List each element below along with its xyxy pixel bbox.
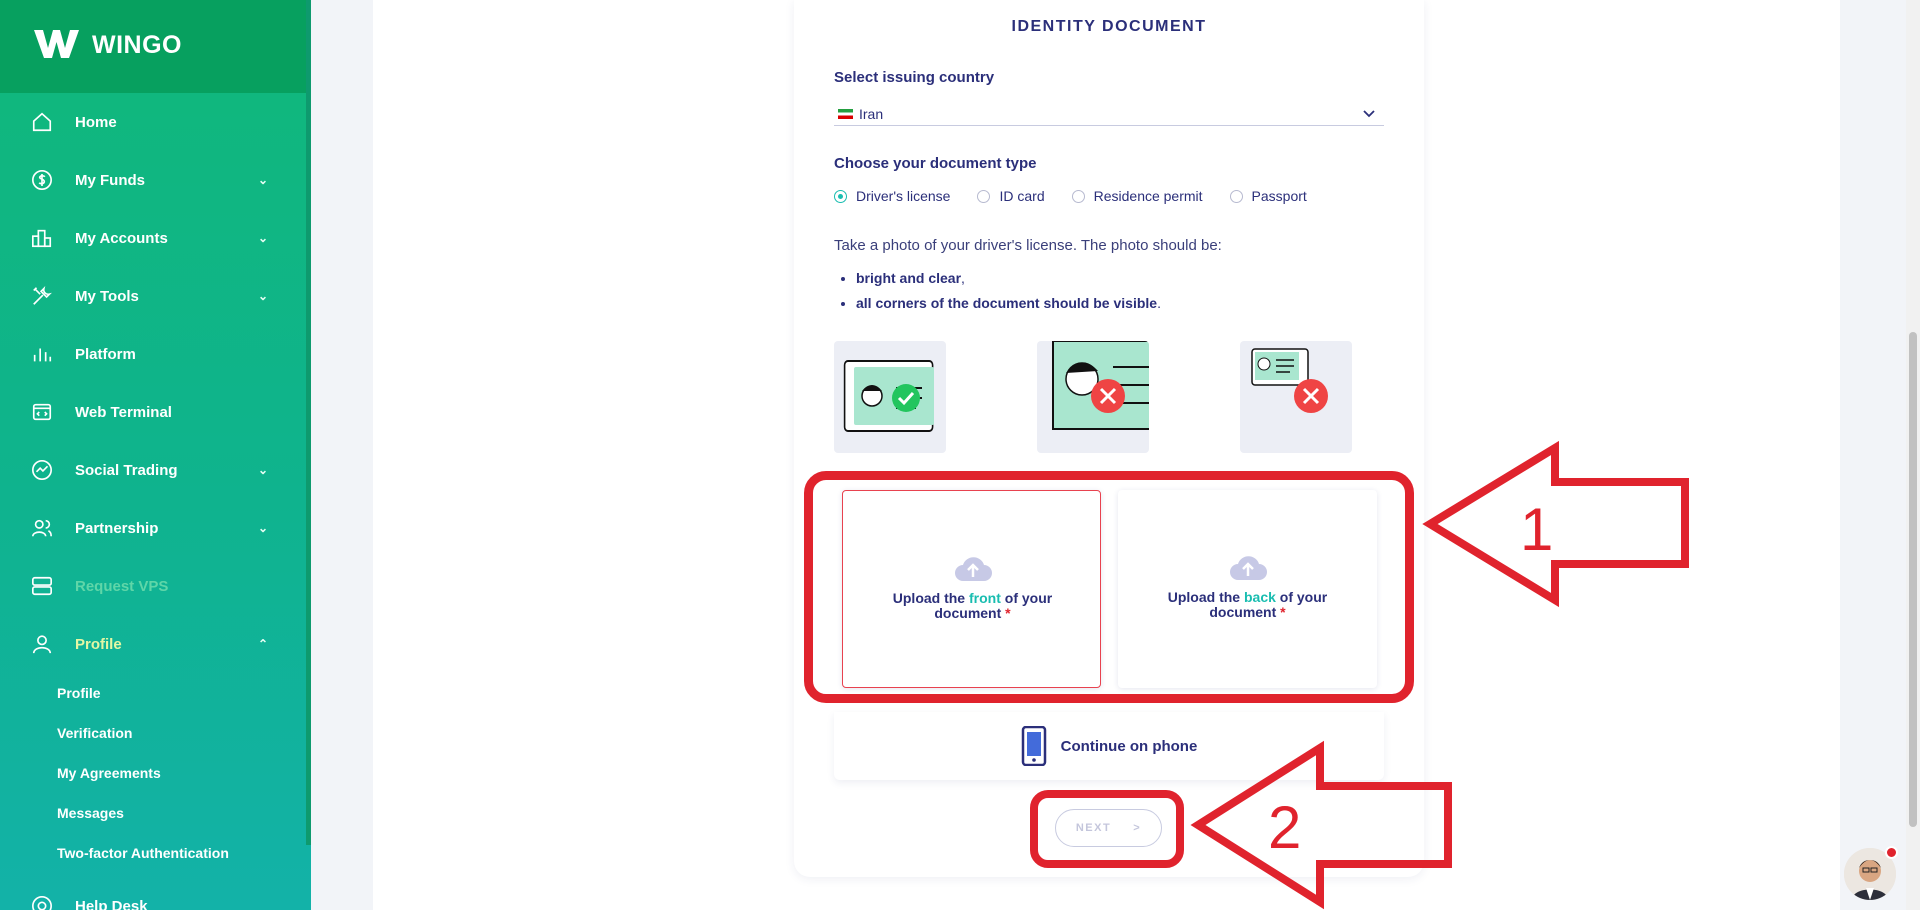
sidebar-item-label: Social Trading — [75, 461, 178, 479]
radio-passport[interactable]: Passport — [1229, 188, 1307, 204]
sidebar-item-label: Help Desk — [75, 897, 148, 910]
sidebar-nav: Home My Funds ⌄ My Accounts ⌄ My Tools ⌄ — [0, 93, 306, 910]
sidebar-scrollbar[interactable] — [306, 0, 311, 845]
doctype-label: Choose your document type — [834, 155, 1037, 172]
upload-back-dropzone[interactable]: Upload the back of your document * — [1118, 490, 1377, 688]
sidebar-item-home[interactable]: Home — [0, 93, 306, 151]
radio-dot — [834, 189, 847, 203]
chart-bars-icon — [30, 342, 54, 366]
sidebar-item-social-trading[interactable]: Social Trading ⌄ — [0, 441, 306, 499]
sidebar-item-label: Profile — [75, 635, 122, 653]
subnav-item-two-factor[interactable]: Two-factor Authentication — [57, 833, 306, 873]
card-title: IDENTITY DOCUMENT — [1011, 18, 1207, 35]
sidebar-item-label: Home — [75, 113, 117, 131]
example-too-far-image — [1240, 341, 1352, 453]
list-item: bright and clear, — [856, 268, 1161, 293]
radio-label: Driver's license — [856, 188, 951, 204]
next-button[interactable]: NEXT > — [1055, 809, 1162, 847]
home-icon — [30, 110, 54, 134]
country-select[interactable]: Iran — [834, 102, 1384, 126]
phone-icon — [1021, 726, 1046, 766]
radio-dot — [1229, 189, 1243, 203]
list-item: all corners of the document should be vi… — [856, 293, 1161, 318]
sidebar-item-profile[interactable]: Profile ⌃ — [0, 615, 306, 673]
page-scrollbar[interactable] — [1906, 0, 1920, 910]
sidebar-item-request-vps: Request VPS — [0, 557, 306, 615]
terminal-icon — [30, 400, 54, 424]
chevron-down-icon: ⌄ — [257, 289, 268, 303]
cloud-upload-icon — [1230, 556, 1267, 580]
chevron-down-icon: ⌄ — [257, 521, 268, 535]
example-photos — [834, 341, 1384, 453]
radio-drivers-license[interactable]: Driver's license — [834, 188, 950, 204]
iran-flag-icon — [838, 108, 853, 119]
chevron-down-icon: ⌄ — [257, 463, 268, 477]
sidebar-item-label: My Tools — [75, 287, 139, 305]
annotation-label-2: 2 — [1268, 794, 1301, 861]
chevron-down-icon: ⌄ — [257, 173, 268, 187]
sidebar-item-platform[interactable]: Platform — [0, 325, 306, 383]
upload-front-label: Upload the front of your document * — [892, 590, 1053, 621]
sidebar-item-help-desk[interactable]: Help Desk — [0, 877, 306, 910]
cloud-upload-icon — [955, 557, 992, 581]
upload-front-dropzone[interactable]: Upload the front of your document * — [842, 490, 1101, 688]
subnav-item-verification[interactable]: Verification — [57, 713, 306, 753]
annotation-arrow-2: 2 — [1190, 740, 1452, 910]
sidebar-item-my-tools[interactable]: My Tools ⌄ — [0, 267, 306, 325]
server-icon — [30, 574, 54, 598]
radio-dot — [1071, 189, 1085, 203]
sidebar: WINGO Home My Funds ⌄ My Accounts ⌄ My T… — [0, 0, 311, 910]
sidebar-item-my-funds[interactable]: My Funds ⌄ — [0, 151, 306, 209]
annotation-label-1: 1 — [1520, 496, 1553, 563]
annotation-arrow-1: 1 — [1422, 440, 1689, 608]
logo[interactable]: WINGO — [0, 0, 311, 93]
scrollbar-thumb[interactable] — [1909, 332, 1917, 827]
photo-instruction: Take a photo of your driver's license. T… — [834, 237, 1222, 254]
subnav-item-profile[interactable]: Profile — [57, 673, 306, 713]
brand-name: WINGO — [92, 31, 182, 59]
radio-id-card[interactable]: ID card — [977, 188, 1045, 204]
trend-icon — [30, 458, 54, 482]
continue-on-phone-label: Continue on phone — [1060, 737, 1198, 755]
sidebar-item-label: Partnership — [75, 519, 159, 537]
sidebar-item-label: My Accounts — [75, 229, 168, 247]
country-value: Iran — [859, 105, 884, 122]
sidebar-item-web-terminal[interactable]: Web Terminal — [0, 383, 306, 441]
help-icon — [30, 894, 54, 910]
subnav-item-messages[interactable]: Messages — [57, 793, 306, 833]
sidebar-item-partnership[interactable]: Partnership ⌄ — [0, 499, 306, 557]
accounts-icon — [30, 226, 54, 250]
country-label: Select issuing country — [834, 69, 995, 86]
sidebar-item-label: Platform — [75, 345, 136, 363]
dollar-icon — [30, 168, 54, 192]
subnav-item-my-agreements[interactable]: My Agreements — [57, 753, 306, 793]
tools-icon — [30, 284, 54, 308]
photo-requirements-list: bright and clear, all corners of the doc… — [856, 268, 1161, 318]
user-icon — [30, 632, 54, 656]
sidebar-item-label: Request VPS — [75, 577, 169, 595]
radio-label: Passport — [1251, 188, 1307, 204]
radio-label: Residence permit — [1093, 188, 1203, 204]
notification-badge — [1885, 846, 1898, 859]
profile-subnav: Profile Verification My Agreements Messa… — [0, 673, 306, 873]
wingo-logo-icon — [34, 30, 79, 58]
radio-residence-permit[interactable]: Residence permit — [1071, 188, 1203, 204]
sidebar-item-my-accounts[interactable]: My Accounts ⌄ — [0, 209, 306, 267]
chevron-up-icon: ⌃ — [257, 637, 268, 651]
radio-dot — [977, 189, 991, 203]
sidebar-item-label: My Funds — [75, 171, 145, 189]
upload-back-label: Upload the back of your document * — [1167, 589, 1328, 620]
chevron-down-icon — [1363, 110, 1375, 118]
people-icon — [30, 516, 54, 540]
radio-label: ID card — [999, 188, 1045, 204]
chevron-down-icon: ⌄ — [257, 231, 268, 245]
example-too-close-image — [1037, 341, 1149, 453]
example-correct-image — [834, 341, 946, 453]
sidebar-item-label: Web Terminal — [75, 403, 172, 421]
doctype-radio-group: Driver's license ID card Residence permi… — [834, 188, 1307, 204]
